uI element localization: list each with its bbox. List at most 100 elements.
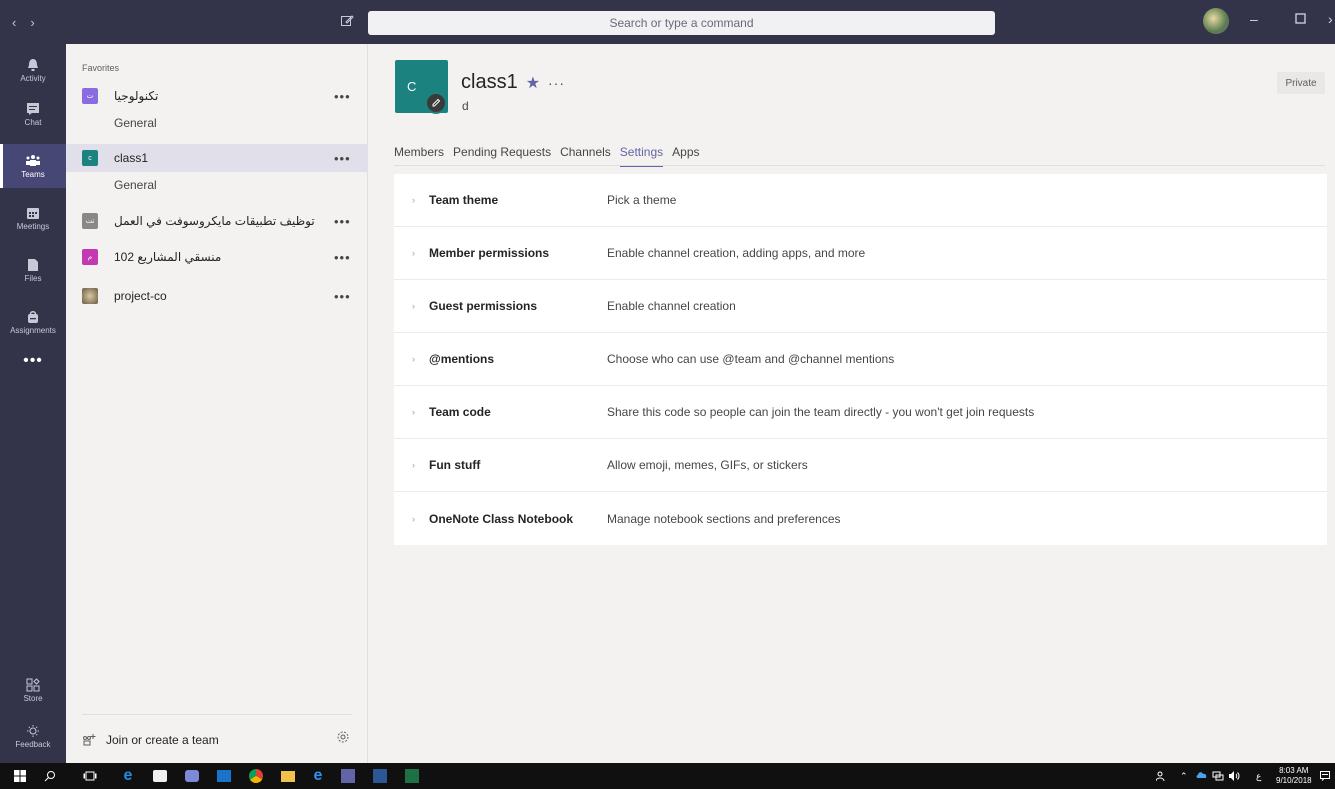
word-icon[interactable]	[372, 768, 388, 784]
rail-label: Teams	[21, 169, 45, 179]
chevron-right-icon: ›	[412, 195, 415, 205]
team-tile: c	[82, 150, 98, 166]
clock-date: 9/10/2018	[1276, 776, 1312, 785]
setting-title: Member permissions	[429, 246, 550, 260]
tab-pending-requests[interactable]: Pending Requests	[453, 145, 551, 167]
team-more-icon[interactable]: •••	[334, 250, 351, 265]
team-list-panel: Favorites ت تكنولوجيا ••• General c clas…	[66, 44, 368, 763]
lightbulb-icon	[27, 724, 39, 737]
more-options-icon[interactable]: ···	[548, 75, 565, 91]
chrome-icon[interactable]	[248, 768, 264, 784]
notifications-icon[interactable]	[1320, 771, 1330, 783]
edit-avatar-button[interactable]	[425, 92, 447, 114]
input-language[interactable]: ع	[1256, 771, 1261, 782]
rail-label: Activity	[20, 73, 46, 83]
team-title: class1	[461, 71, 518, 93]
teams-icon	[26, 154, 40, 166]
settings-list: › Team theme Pick a theme › Member permi…	[394, 174, 1327, 545]
team-tile	[82, 288, 98, 304]
team-more-icon[interactable]: •••	[334, 89, 351, 104]
setting-description: Choose who can use @team and @channel me…	[607, 352, 895, 366]
file-icon	[28, 258, 38, 271]
tab-settings[interactable]: Settings	[619, 145, 664, 167]
setting-title: Fun stuff	[429, 458, 481, 472]
team-tile: م	[82, 249, 98, 265]
close-icon[interactable]: ›	[1328, 11, 1333, 27]
chevron-up-icon[interactable]: ⌃	[1180, 771, 1188, 782]
team-more-icon[interactable]: •••	[334, 214, 351, 229]
team-tile: ت	[82, 88, 98, 104]
chevron-right-icon: ›	[412, 407, 415, 417]
tabs-divider	[394, 165, 1325, 166]
team-row-project-co[interactable]: project-co •••	[66, 282, 368, 310]
forward-arrow-icon[interactable]: ›	[30, 15, 34, 30]
channel-general[interactable]: General	[114, 178, 157, 192]
join-label: Join or create a team	[106, 733, 219, 747]
system-clock[interactable]: 8:03 AM 9/10/2018	[1276, 766, 1312, 786]
rail-files[interactable]: Files	[0, 248, 66, 292]
rail-teams[interactable]: Teams	[0, 144, 66, 188]
chevron-right-icon: ›	[412, 460, 415, 470]
team-name: class1	[114, 151, 149, 165]
setting-onenote-class-notebook[interactable]: › OneNote Class Notebook Manage notebook…	[394, 492, 1327, 545]
app-icon[interactable]	[184, 768, 200, 784]
windows-start-icon[interactable]	[12, 768, 28, 784]
channel-general[interactable]: General	[114, 116, 157, 130]
rail-meetings[interactable]: Meetings	[0, 196, 66, 240]
rail-activity[interactable]: Activity	[0, 48, 66, 92]
favorite-star-icon[interactable]: ★	[526, 73, 540, 93]
team-row-microsoft-apps[interactable]: تت توظيف تطبيقات مايكروسوفت في العمل •••	[66, 207, 368, 235]
onedrive-icon[interactable]	[1196, 771, 1208, 781]
profile-avatar[interactable]	[1203, 8, 1229, 34]
team-more-icon[interactable]: •••	[334, 151, 351, 166]
setting-guest-permissions[interactable]: › Guest permissions Enable channel creat…	[394, 280, 1327, 333]
network-icon[interactable]	[1212, 771, 1224, 783]
rail-feedback[interactable]: Feedback	[0, 714, 66, 758]
team-description: d	[462, 99, 469, 113]
setting-team-code[interactable]: › Team code Share this code so people ca…	[394, 386, 1327, 439]
team-row-class1[interactable]: c class1 •••	[66, 144, 368, 172]
task-view-icon[interactable]	[82, 768, 98, 784]
people-icon[interactable]	[1155, 771, 1168, 783]
tab-apps[interactable]: Apps	[672, 145, 699, 167]
setting-fun-stuff[interactable]: › Fun stuff Allow emoji, memes, GIFs, or…	[394, 439, 1327, 492]
setting-mentions[interactable]: › @mentions Choose who can use @team and…	[394, 333, 1327, 386]
chevron-right-icon: ›	[412, 354, 415, 364]
tab-channels[interactable]: Channels	[560, 145, 611, 167]
edge-icon[interactable]: e	[120, 767, 136, 784]
teams-taskbar-icon[interactable]	[340, 768, 356, 784]
windows-taskbar: e e ⌃ ع 8:03 AM 9/10/2018	[0, 763, 1335, 789]
excel-icon[interactable]	[404, 768, 420, 784]
rail-assignments[interactable]: Assignments	[0, 300, 66, 344]
compose-icon[interactable]	[340, 14, 354, 31]
rail-store[interactable]: Store	[0, 668, 66, 712]
team-more-icon[interactable]: •••	[334, 289, 351, 304]
setting-description: Enable channel creation	[607, 299, 736, 313]
search-icon[interactable]	[42, 768, 58, 784]
tab-members[interactable]: Members	[394, 145, 444, 167]
minimize-icon[interactable]: –	[1250, 11, 1258, 27]
pencil-icon	[432, 98, 441, 107]
setting-team-theme[interactable]: › Team theme Pick a theme	[394, 174, 1327, 227]
maximize-icon[interactable]	[1295, 11, 1306, 27]
setting-title: Team theme	[429, 193, 499, 207]
team-row-tech[interactable]: ت تكنولوجيا •••	[66, 82, 368, 110]
file-explorer-icon[interactable]	[280, 768, 296, 784]
internet-explorer-icon[interactable]: e	[310, 767, 326, 784]
more-apps-button[interactable]: •••	[0, 352, 66, 370]
setting-member-permissions[interactable]: › Member permissions Enable channel crea…	[394, 227, 1327, 280]
rail-label: Chat	[24, 117, 42, 127]
team-row-project-coordinators[interactable]: م منسقي المشاريع 102 •••	[66, 243, 368, 271]
gear-icon[interactable]	[336, 730, 350, 747]
rail-chat[interactable]: Chat	[0, 92, 66, 136]
setting-title: Guest permissions	[429, 299, 538, 313]
outlook-icon[interactable]	[216, 768, 232, 784]
backpack-icon	[28, 310, 38, 323]
title-bar: ‹ › Search or type a command – ›	[0, 0, 1335, 44]
volume-icon[interactable]	[1228, 771, 1240, 783]
setting-description: Enable channel creation, adding apps, an…	[607, 246, 866, 260]
store-bag-icon[interactable]	[152, 768, 168, 784]
search-input[interactable]: Search or type a command	[368, 11, 995, 35]
back-arrow-icon[interactable]: ‹	[12, 15, 16, 30]
join-create-team-button[interactable]: Join or create a team	[82, 728, 352, 752]
